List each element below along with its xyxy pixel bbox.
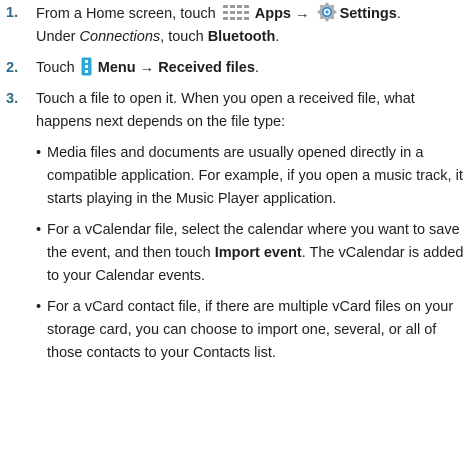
step-2-text: Touch Menu → Received files. [36,57,468,80]
instruction-document: 1. From a Home screen, touch Apps → Sett… [0,2,468,373]
arrow: → [139,60,155,76]
step-number: 1. [6,5,19,21]
arrow: → [295,6,310,22]
file-type-list: • Media files and documents are usually … [36,142,468,365]
step-number: 2. [6,60,19,76]
step-1-text: From a Home screen, touch Apps → Setting… [36,2,468,49]
touch-text: Touch [36,60,75,76]
bullet: • [36,222,42,238]
received-files-label: Received files [158,60,255,76]
step-number: 3. [6,91,19,107]
list-item-text: Media files and documents are usually op… [47,145,463,207]
step-3-text: Touch a file to open it. When you open a… [36,88,468,365]
bluetooth-label: Bluetooth [207,29,276,45]
step-1-intro: From a Home screen, touch [36,6,216,22]
punctuation: . [396,6,401,22]
under-text: Under [36,29,76,45]
list-item: • For a vCard contact file, if there are… [36,296,468,365]
bullet: • [36,145,42,161]
menu-label: Menu [97,60,136,76]
apps-label: Apps [254,6,291,22]
import-event-label: Import event [214,245,302,261]
settings-gear-icon [317,2,336,22]
punctuation: . [254,60,259,76]
step-3: 3. Touch a file to open it. When you ope… [0,88,468,365]
list-item: • Media files and documents are usually … [36,142,468,211]
step-2: 2. Touch Menu → Received files. [0,57,468,80]
settings-label: Settings [339,6,397,22]
touch-text: , touch [160,29,204,45]
apps-grid-icon [222,5,249,20]
list-item: • For a vCalendar file, select the calen… [36,219,468,288]
punctuation: . [275,29,280,45]
connections-label: Connections [79,29,161,45]
step-3-intro: Touch a file to open it. When you open a… [36,91,415,130]
bullet: • [36,299,42,315]
menu-icon [81,57,92,76]
step-1: 1. From a Home screen, touch Apps → Sett… [0,2,468,49]
list-item-text: For a vCard contact file, if there are m… [47,299,454,361]
